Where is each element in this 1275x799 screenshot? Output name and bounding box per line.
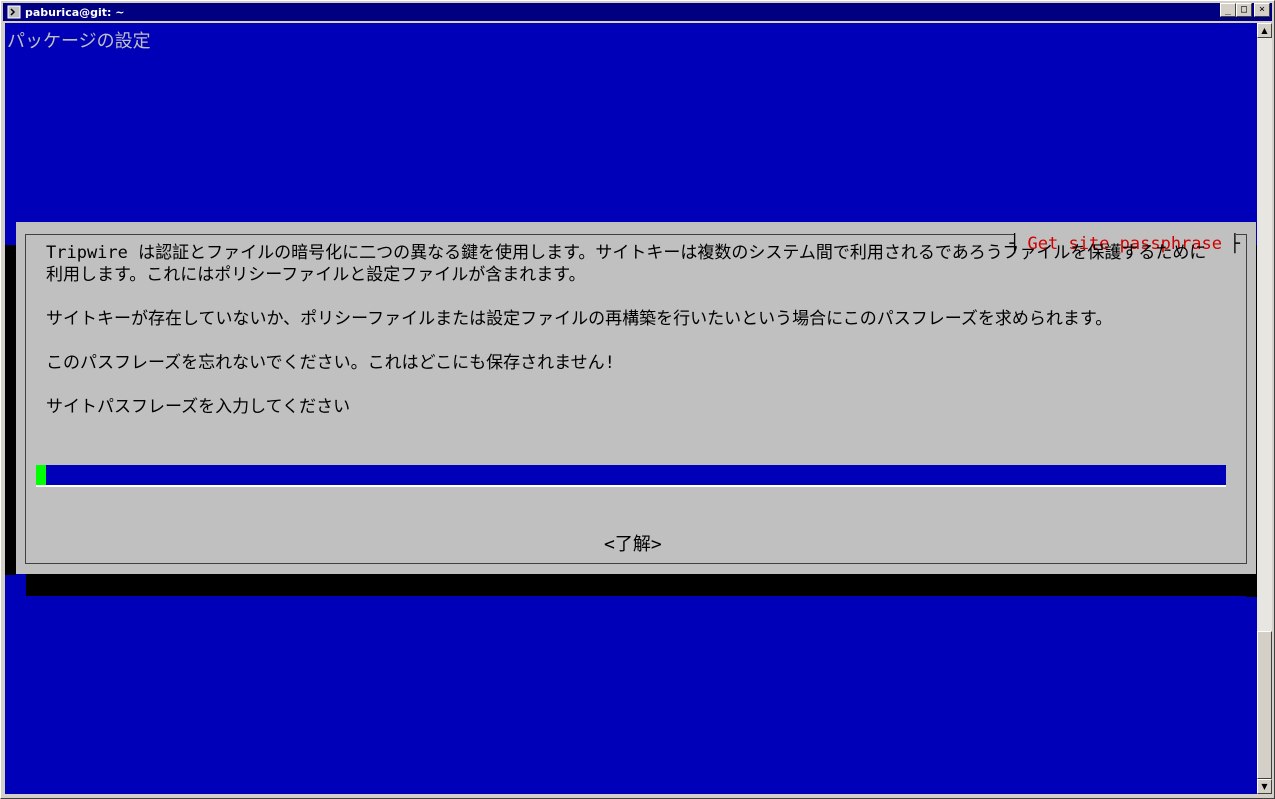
terminal-icon[interactable]: [6, 4, 22, 20]
terminal-screen[interactable]: パッケージの設定 Get site passphrase Tripwire は認…: [5, 23, 1257, 794]
window-title: paburica@git: ~: [25, 5, 125, 19]
dialog-paragraph: サイトキーが存在していないか、ポリシーファイルまたは設定ファイルの再構築を行いた…: [46, 309, 1113, 329]
dialog-paragraph: Tripwire は認証とファイルの暗号化に二つの異なる鍵を使用します。サイトキ…: [46, 243, 1207, 285]
title-bar[interactable]: paburica@git: ~: [3, 3, 1272, 21]
passphrase-dialog: Get site passphrase Tripwire は認証とファイルの暗号…: [16, 222, 1256, 574]
minimize-button[interactable]: _: [1220, 3, 1236, 17]
ok-button[interactable]: <了解>: [604, 530, 662, 556]
scroll-down-icon[interactable]: ▼: [1257, 779, 1272, 794]
dialog-paragraph: このパスフレーズを忘れないでください。これはどこにも保存されません!: [46, 353, 615, 373]
dialog-shadow: [26, 574, 1246, 596]
vertical-scrollbar[interactable]: ▲ ▼: [1257, 23, 1272, 794]
text-cursor: [36, 465, 46, 485]
page-heading: パッケージの設定: [7, 31, 151, 52]
maximize-button[interactable]: □: [1236, 3, 1252, 17]
terminal-window: paburica@git: ~ _ □ × パッケージの設定 Get site …: [0, 0, 1275, 799]
dialog-shadow: [5, 245, 16, 575]
dialog-message: Tripwire は認証とファイルの暗号化に二つの異なる鍵を使用します。サイトキ…: [46, 242, 1216, 418]
scrollbar-thumb[interactable]: [1257, 631, 1272, 779]
passphrase-input[interactable]: [36, 465, 1226, 487]
scroll-up-icon[interactable]: ▲: [1257, 23, 1272, 38]
close-button[interactable]: ×: [1254, 3, 1270, 17]
input-prompt: サイトパスフレーズを入力してください: [46, 397, 351, 417]
